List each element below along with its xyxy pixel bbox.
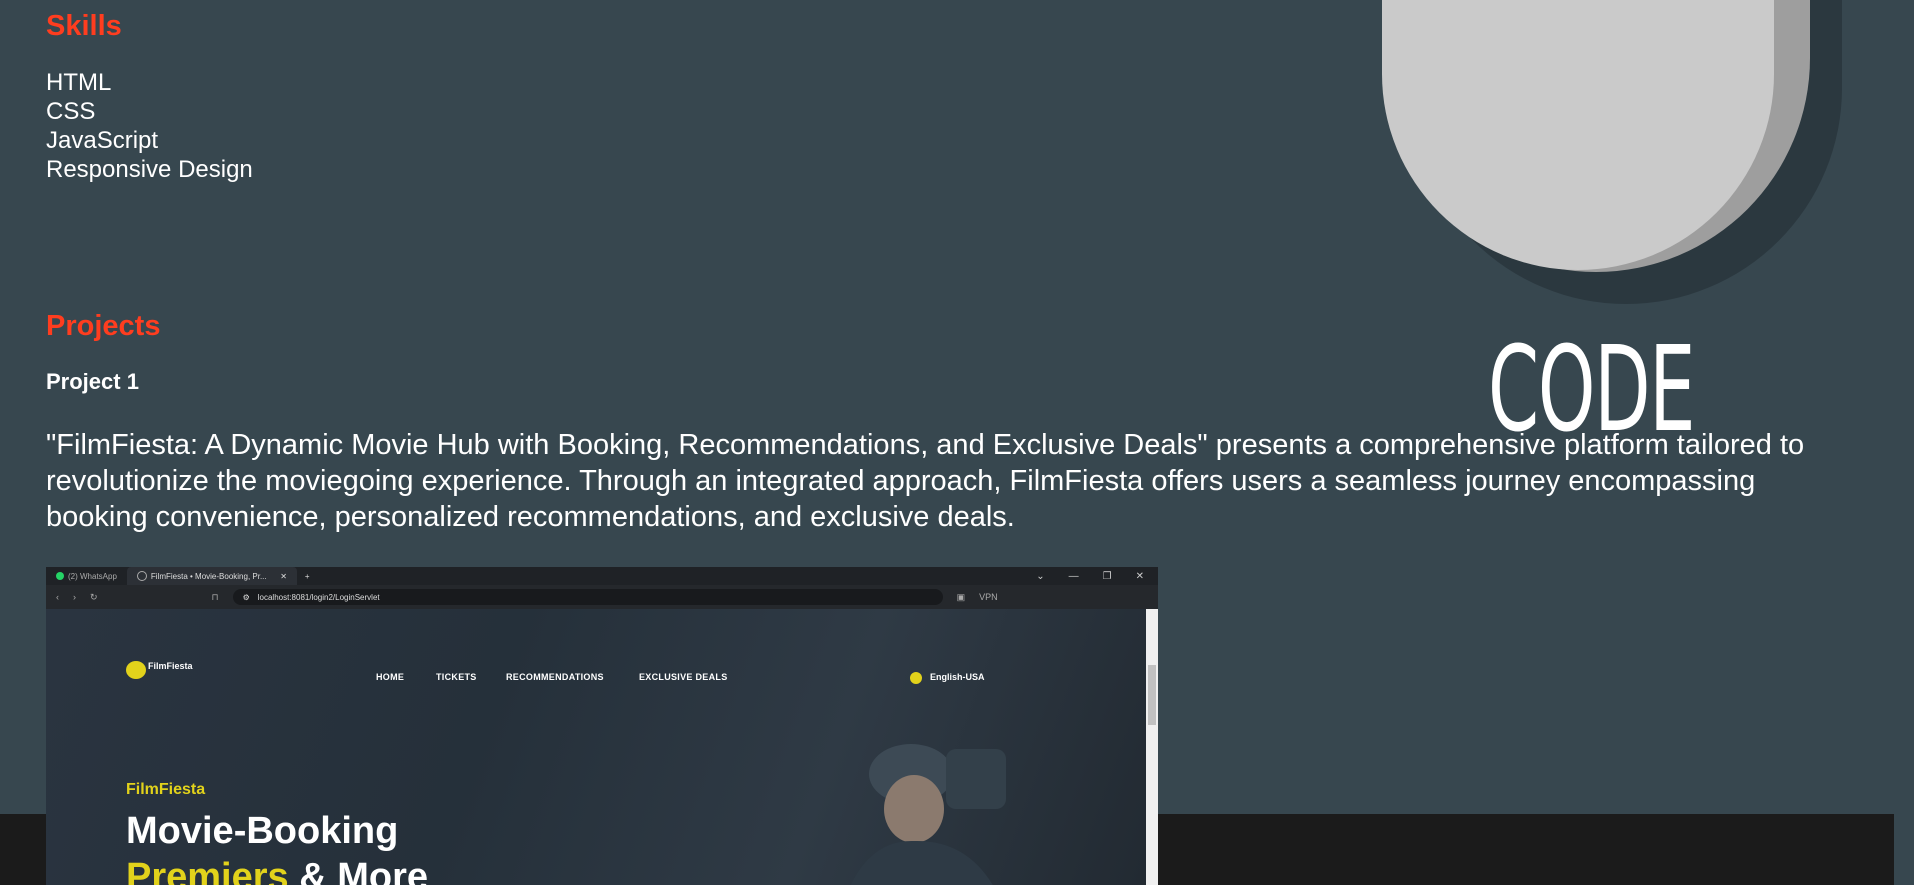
site-info-icon: ⚙ [242,592,250,602]
browser-tab: (2) WhatsApp [46,567,127,585]
globe-icon [910,672,922,684]
nav-item: HOME [376,672,405,682]
skill-item: HTML [46,69,112,96]
hero-highlight: Premiers [126,856,289,885]
window-controls: ⌄ — ❐ ✕ [1036,571,1158,582]
skills-heading: Skills [46,10,122,42]
skills-list: HTML CSS JavaScript Responsive Design [46,68,253,184]
preview-scrollbar [1146,609,1158,885]
new-tab-icon: + [304,571,310,581]
hero-title: Movie-Booking [126,810,399,852]
project-description: "FilmFiesta: A Dynamic Movie Hub with Bo… [46,429,1805,533]
forward-icon: › [73,592,76,602]
hero-subtitle: Premiers & More [126,855,428,885]
browser-tab-label: (2) WhatsApp [68,571,117,581]
close-icon: ✕ [1135,570,1144,582]
close-icon: ✕ [280,571,287,581]
soldier-image [850,744,1006,885]
whatsapp-icon [56,572,64,580]
brand-name: FilmFiesta [148,661,193,671]
vpn-label: VPN [979,592,998,602]
url-field: ⚙ localhost:8081/login2/LoginServlet [232,589,943,605]
chevron-down-icon: ⌄ [1036,570,1045,582]
reload-icon: ↻ [90,591,98,602]
bookmark-icon: ⊓ [211,591,219,602]
globe-icon [136,571,147,581]
filmfiesta-logo-icon [126,661,146,679]
hero-rest: & More [288,856,429,885]
browser-tab-active: FilmFiesta • Movie-Booking, Pr... ✕ [126,567,297,585]
url-text: localhost:8081/login2/LoginServlet [257,592,380,602]
projects-heading: Projects [46,310,161,342]
skill-item: CSS [46,98,96,125]
browser-address-bar: ‹ › ↻ ⊓ ⚙ localhost:8081/login2/LoginSer… [46,585,1158,609]
webpage-preview: FilmFiesta HOME TICKETS RECOMMENDATIONS … [46,609,1146,885]
back-icon: ‹ [56,592,59,602]
nav-item: RECOMMENDATIONS [506,672,604,682]
extension-icon: ▣ [956,591,966,602]
browser-tab-label: FilmFiesta • Movie-Booking, Pr... [150,571,267,581]
nav-item: EXCLUSIVE DEALS [639,672,728,682]
hero-brand: FilmFiesta [126,781,206,798]
minimize-icon: — [1068,570,1079,582]
skill-item: Responsive Design [46,156,253,183]
nav-item: TICKETS [436,672,477,682]
browser-tab-bar: (2) WhatsApp FilmFiesta • Movie-Booking,… [46,567,1158,585]
language-selector: English-USA [930,672,985,682]
project-title: Project 1 [46,369,139,394]
project-screenshot[interactable]: (2) WhatsApp FilmFiesta • Movie-Booking,… [46,567,1158,885]
skill-item: JavaScript [46,127,159,154]
maximize-icon: ❐ [1102,570,1112,582]
